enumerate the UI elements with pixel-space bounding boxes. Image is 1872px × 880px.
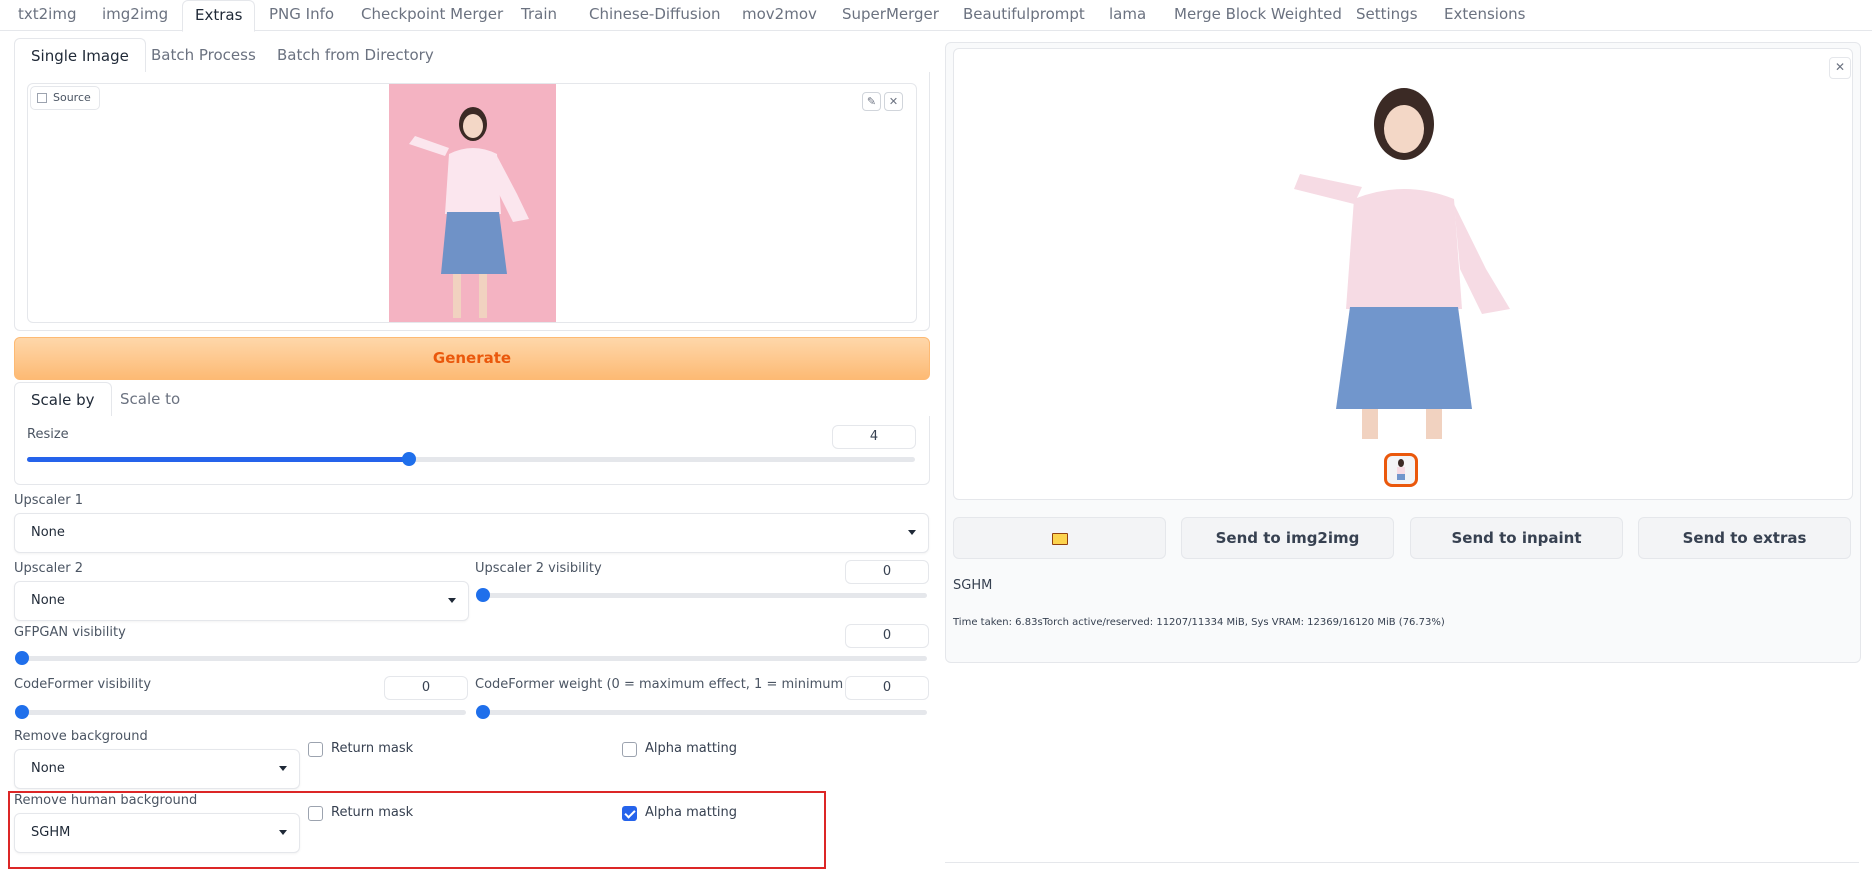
tab-beautifulprompt[interactable]: Beautifulprompt	[951, 0, 1097, 30]
codeformer-visibility-thumb[interactable]	[15, 705, 29, 719]
codeformer-weight-thumb[interactable]	[476, 705, 490, 719]
source-photo	[389, 84, 556, 322]
resize-slider-fill	[27, 457, 409, 462]
upscaler1-label: Upscaler 1	[14, 493, 84, 508]
gfpgan-input[interactable]: 0	[845, 624, 929, 648]
resize-input[interactable]: 4	[832, 425, 916, 449]
output-photo[interactable]	[1254, 69, 1554, 439]
codeformer-weight-label: CodeFormer weight (0 = maximum effect, 1…	[475, 677, 890, 692]
send-to-extras-button[interactable]: Send to extras	[1638, 517, 1851, 559]
human-alpha-matting-checkbox[interactable]	[622, 806, 637, 821]
tab-batch-process[interactable]: Batch Process	[135, 38, 272, 72]
tab-chinese-diffusion[interactable]: Chinese-Diffusion	[577, 0, 733, 30]
bottom-divider	[945, 862, 1859, 863]
tab-png-info[interactable]: PNG Info	[257, 0, 346, 30]
chevron-down-icon	[908, 530, 916, 535]
tab-batch-from-directory[interactable]: Batch from Directory	[261, 38, 450, 72]
human-return-mask-label: Return mask	[331, 805, 414, 820]
tab-single-image[interactable]: Single Image	[14, 38, 146, 74]
remove-human-background-value: SGHM	[31, 825, 71, 840]
close-icon[interactable]: ✕	[1829, 57, 1851, 79]
resize-slider-thumb[interactable]	[401, 452, 416, 466]
edit-icon[interactable]: ✎	[862, 92, 881, 111]
remove-human-background-label: Remove human background	[14, 793, 198, 808]
codeformer-weight-input[interactable]: 0	[845, 676, 929, 700]
human-return-mask-checkbox[interactable]	[308, 806, 323, 821]
tab-img2img[interactable]: img2img	[90, 0, 180, 30]
gfpgan-slider-thumb[interactable]	[15, 651, 29, 665]
remove-background-value: None	[31, 761, 65, 776]
remove-human-background-select[interactable]: SGHM	[14, 813, 300, 853]
top-tab-bar: txt2img img2img Extras PNG Info Checkpoi…	[0, 0, 1872, 32]
generate-button[interactable]: Generate	[14, 337, 930, 380]
upscaler2-visibility-thumb[interactable]	[476, 588, 490, 602]
upscaler2-value: None	[31, 593, 65, 608]
close-icon[interactable]: ✕	[884, 92, 903, 111]
upscaler1-select[interactable]: None	[14, 513, 929, 553]
send-to-img2img-button[interactable]: Send to img2img	[1181, 517, 1394, 559]
codeformer-visibility-input[interactable]: 0	[384, 676, 468, 700]
chevron-down-icon	[448, 598, 456, 603]
resize-slider[interactable]	[27, 452, 915, 466]
source-image-dropzone[interactable]: Source ✎ ✕	[27, 83, 917, 323]
tab-merge-block-weighted[interactable]: Merge Block Weighted	[1162, 0, 1354, 30]
woman-photo-illustration	[409, 107, 529, 318]
source-label: Source	[53, 91, 91, 104]
codeformer-visibility-label: CodeFormer visibility	[14, 677, 152, 692]
remove-background-select[interactable]: None	[14, 749, 300, 789]
tab-scale-by[interactable]: Scale by	[14, 382, 112, 418]
output-thumbnail[interactable]	[1384, 453, 1418, 487]
resize-label: Resize	[27, 427, 69, 442]
tab-lama[interactable]: lama	[1097, 0, 1158, 30]
return-mask-label: Return mask	[331, 741, 414, 756]
upscaler2-visibility-label: Upscaler 2 visibility	[475, 561, 602, 576]
source-label-badge: Source	[30, 86, 100, 110]
alpha-matting-checkbox[interactable]	[622, 742, 637, 757]
upscaler2-label: Upscaler 2	[14, 561, 84, 576]
tab-extensions[interactable]: Extensions	[1432, 0, 1537, 30]
upscaler1-value: None	[31, 525, 65, 540]
output-stats-text: Time taken: 6.83sTorch active/reserved: …	[953, 617, 1445, 628]
gfpgan-slider[interactable]	[15, 651, 927, 665]
gfpgan-label: GFPGAN visibility	[14, 625, 126, 640]
send-to-inpaint-button[interactable]: Send to inpaint	[1410, 517, 1623, 559]
upscaler2-select[interactable]: None	[14, 581, 469, 621]
tab-supermerger[interactable]: SuperMerger	[830, 0, 951, 30]
image-icon	[37, 93, 47, 103]
chevron-down-icon	[279, 766, 287, 771]
tab-train[interactable]: Train	[509, 0, 569, 30]
tab-scale-to[interactable]: Scale to	[104, 382, 196, 416]
upscaler2-visibility-input[interactable]: 0	[845, 560, 929, 584]
open-folder-button[interactable]	[953, 517, 1166, 559]
tab-txt2img[interactable]: txt2img	[6, 0, 88, 30]
tab-checkpoint-merger[interactable]: Checkpoint Merger	[349, 0, 515, 30]
human-alpha-matting-label: Alpha matting	[645, 805, 738, 820]
return-mask-checkbox[interactable]	[308, 742, 323, 757]
remove-background-label: Remove background	[14, 729, 148, 744]
codeformer-visibility-slider[interactable]	[15, 705, 466, 719]
alpha-matting-label: Alpha matting	[645, 741, 738, 756]
woman-cutout-illustration	[1294, 88, 1510, 439]
output-model-text: SGHM	[953, 578, 993, 593]
tab-extras[interactable]: Extras	[182, 0, 256, 32]
tab-settings[interactable]: Settings	[1344, 0, 1430, 30]
scale-by-panel	[14, 416, 930, 485]
output-gallery: ✕	[953, 48, 1853, 500]
tab-mov2mov[interactable]: mov2mov	[730, 0, 829, 30]
folder-icon	[1051, 532, 1068, 545]
upscaler2-visibility-slider[interactable]	[476, 588, 927, 602]
thumbnail-image	[1397, 459, 1405, 480]
codeformer-weight-slider[interactable]	[476, 705, 927, 719]
chevron-down-icon	[279, 830, 287, 835]
